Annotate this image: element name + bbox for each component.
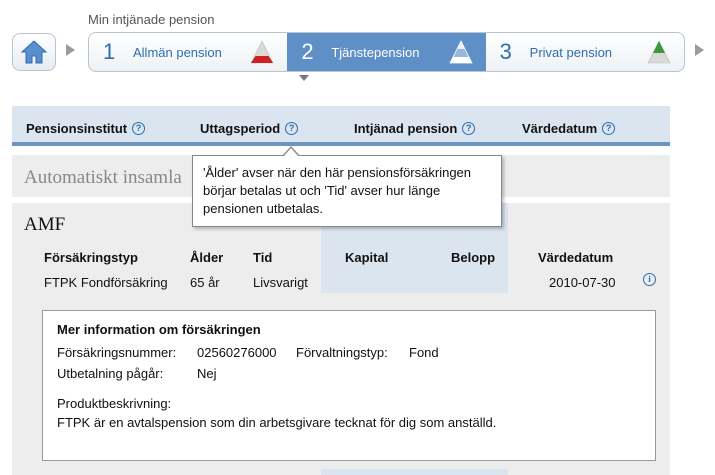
help-icon[interactable]: ? [285,122,299,135]
column-tid: Tid [253,250,273,265]
management-type-label: Förvaltningstyp: [296,345,388,360]
pyramid-red-icon [250,40,274,64]
step-number: 2 [301,39,314,64]
column-alder: Ålder [190,250,224,265]
help-icon[interactable]: ? [602,122,616,135]
header-label: Pensionsinstitut [26,121,128,136]
help-icon[interactable]: ? [132,122,146,135]
policy-number-label: Försäkringsnummer: [57,345,177,360]
management-type-value: Fond [409,345,439,360]
header-intjanad-pension: Intjänad pension ? [354,121,476,136]
column-vardedatum: Värdedatum [538,250,614,265]
cell-alder: 65 år [190,275,220,290]
tooltip-text: 'Ålder' avser när den här pensionsförsäk… [203,165,472,216]
tooltip: 'Ålder' avser när den här pensionsförsäk… [192,155,502,227]
header-label: Uttagsperiod [200,121,281,136]
details-title: Mer information om försäkringen [57,322,261,337]
step-navigation: 1 Allmän pension 2 Tjänstepension 3 Priv… [88,32,685,72]
policy-details-box: Mer information om försäkringen Försäkri… [42,310,656,461]
cell-vardedatum: 2010-07-30 [549,275,616,290]
pyramid-blue-icon [449,40,473,64]
cell-tid: Livsvarigt [253,275,308,290]
step-allman-pension[interactable]: 1 Allmän pension [89,33,287,71]
step-label: Allmän pension [133,44,222,60]
header-uttagsperiod: Uttagsperiod ? [200,121,299,136]
arrow-right-icon [66,44,75,56]
highlighted-column-bottom [321,469,508,475]
home-icon [20,40,48,64]
step-privat-pension[interactable]: 3 Privat pension [486,33,684,71]
header-label: Intjänad pension [354,121,458,136]
institution-name: AMF [24,214,66,235]
description-label: Produktbeskrivning: [57,396,172,411]
step-number: 1 [103,39,116,64]
description-text: FTPK är en avtalspension som din arbetsg… [57,415,497,430]
step-tjanstepension[interactable]: 2 Tjänstepension [287,33,486,71]
page-title: Min intjänade pension [88,12,215,27]
step-number: 3 [499,39,512,64]
step-label: Privat pension [529,44,613,60]
pyramid-green-icon [647,40,671,64]
arrow-right-icon [695,44,704,56]
column-kapital: Kapital [345,250,389,265]
policy-number-value: 02560276000 [197,345,277,360]
header-pensionsinstitut: Pensionsinstitut ? [26,121,146,136]
table-header: Pensionsinstitut ? Uttagsperiod ? Intjän… [12,106,670,146]
info-icon[interactable]: i [643,273,656,286]
tooltip-pointer-inner [283,148,299,157]
step-label: Tjänstepension [331,44,420,60]
cell-forsakringstyp: FTPK Fondförsäkring [44,275,168,290]
column-belopp: Belopp [451,250,496,265]
auto-collected-label: Automatiskt insamla [24,167,182,188]
column-forsakringstyp: Försäkringstyp [44,250,138,265]
header-label: Värdedatum [522,121,598,136]
header-vardedatum: Värdedatum ? [522,121,616,136]
active-step-pointer-icon [299,75,309,81]
payout-value: Nej [197,366,217,381]
payout-label: Utbetalning pågår: [57,366,164,381]
home-button[interactable] [12,33,56,71]
help-icon[interactable]: ? [462,122,476,135]
